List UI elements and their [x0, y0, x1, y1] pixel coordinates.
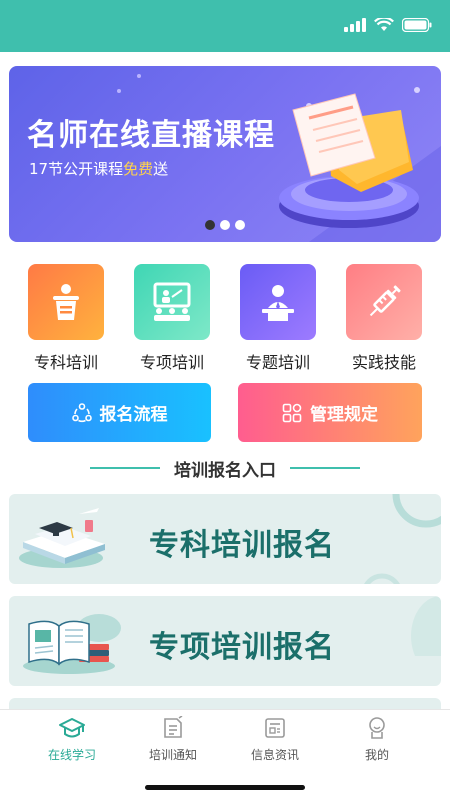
divider	[290, 467, 360, 469]
card-decoration	[392, 494, 441, 528]
battery-icon	[402, 18, 432, 32]
divider	[90, 467, 160, 469]
registration-process-button[interactable]: 报名流程	[28, 383, 211, 442]
section-header: 培训报名入口	[0, 456, 450, 481]
category-specialty-training[interactable]: 专科培训	[24, 264, 108, 373]
registration-process-label: 报名流程	[99, 405, 168, 425]
grid-icon	[282, 403, 302, 422]
tab-training-notice[interactable]: 培训通知	[123, 715, 223, 763]
process-icon	[71, 402, 92, 422]
specialty-registration-label: 专科培训报名	[149, 528, 335, 563]
podium-icon	[53, 284, 79, 320]
signal-icon	[344, 18, 366, 32]
banner-subtitle: 17节公开课程免费送	[29, 158, 168, 179]
notice-icon	[164, 715, 183, 738]
open-book-icon	[23, 614, 121, 674]
specialty-registration-card[interactable]: 专科培训报名	[9, 494, 441, 584]
category-label: 专项培训	[139, 353, 204, 372]
category-topic-training[interactable]: 专题培训	[236, 264, 320, 373]
banner-subtitle-highlight: 免费	[123, 160, 154, 178]
banner-subtitle-prefix: 17节公开课程	[29, 160, 124, 178]
management-rules-button[interactable]: 管理规定	[238, 383, 422, 442]
tab-information[interactable]: 信息资讯	[225, 716, 325, 763]
tab-label: 培训通知	[148, 748, 197, 762]
category-tile[interactable]	[346, 264, 422, 340]
management-rules-label: 管理规定	[310, 405, 378, 425]
tab-online-learning[interactable]: 在线学习	[22, 716, 122, 763]
section-title: 培训报名入口	[174, 460, 276, 481]
tab-label: 我的	[364, 748, 389, 762]
books-graduation-icon	[19, 508, 105, 568]
banner-subtitle-suffix: 送	[153, 160, 169, 178]
carousel-dot[interactable]	[205, 220, 215, 230]
tab-label: 信息资讯	[250, 748, 299, 762]
profile-icon	[369, 717, 385, 739]
wifi-icon	[374, 18, 394, 31]
status-icons	[344, 18, 432, 32]
graduation-cap-icon	[59, 718, 85, 738]
category-label: 实践技能	[351, 353, 416, 372]
category-special-training[interactable]: 专项培训	[130, 264, 214, 373]
syringe-icon	[369, 285, 401, 317]
banner-illustration	[117, 74, 441, 242]
tab-profile[interactable]: 我的	[327, 716, 427, 763]
special-registration-card[interactable]: 专项培训报名	[9, 596, 441, 686]
category-label: 专科培训	[33, 353, 98, 372]
news-icon	[265, 718, 285, 738]
home-indicator[interactable]	[145, 785, 305, 790]
promo-banner[interactable]: 名师在线直播课程 17节公开课程免费送	[9, 66, 441, 242]
banner-title: 名师在线直播课程	[27, 118, 275, 153]
category-practical-skills[interactable]: 实践技能	[342, 264, 426, 373]
category-tile[interactable]	[28, 264, 104, 340]
tab-label: 在线学习	[47, 748, 96, 762]
category-tile[interactable]	[240, 264, 316, 340]
card-decoration	[364, 573, 400, 584]
carousel-dot[interactable]	[235, 220, 245, 230]
carousel-dot[interactable]	[220, 220, 230, 230]
category-label: 专题培训	[245, 353, 310, 372]
category-tile[interactable]	[134, 264, 210, 340]
speaker-icon	[262, 285, 294, 321]
status-bar	[0, 0, 450, 52]
card-decoration	[411, 596, 441, 656]
classroom-icon	[153, 282, 191, 321]
carousel-dots	[205, 220, 245, 230]
special-registration-label: 专项培训报名	[149, 630, 335, 665]
